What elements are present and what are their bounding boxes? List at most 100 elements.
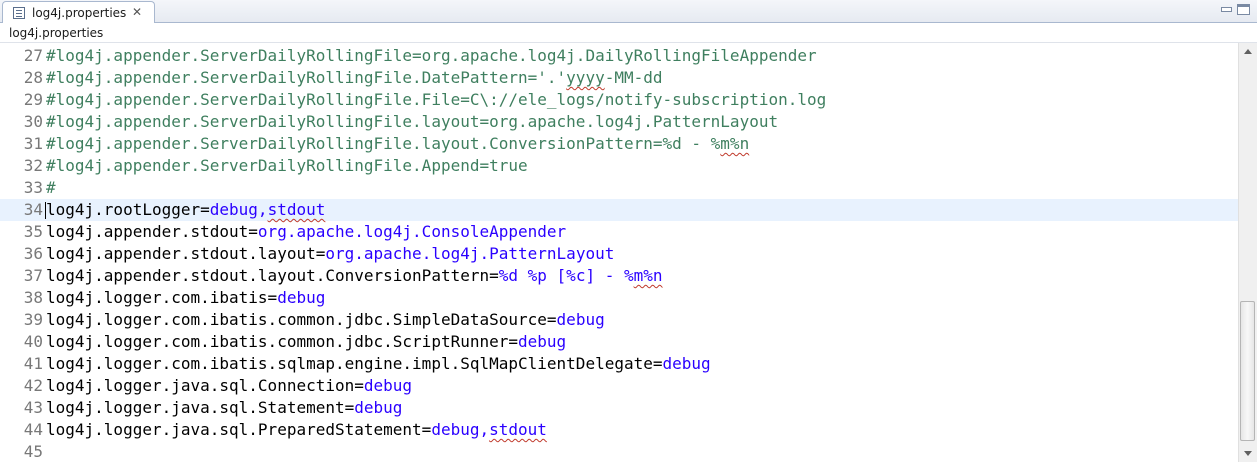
line-text: log4j.logger.java.sql.Statement=debug — [46, 397, 402, 419]
line-text: log4j.logger.java.sql.PreparedStatement=… — [46, 419, 547, 441]
code-line[interactable]: 44 log4j.logger.java.sql.PreparedStatemen… — [0, 419, 1238, 441]
editor-tab-bar: log4j.properties ✕ — [0, 0, 1257, 24]
code-token: log4j.logger.java.sql.Connection= — [46, 376, 364, 395]
code-token: #log4j.appender.ServerDailyRollingFile=o… — [46, 46, 817, 65]
properties-file-icon — [13, 7, 25, 19]
minimize-button[interactable] — [1219, 4, 1232, 15]
line-number: 29 — [23, 90, 43, 109]
code-line[interactable]: 28 #log4j.appender.ServerDailyRollingFile… — [0, 67, 1238, 89]
editor-lines: 27 #log4j.appender.ServerDailyRollingFile… — [0, 45, 1238, 462]
maximize-icon — [1238, 5, 1249, 7]
text-caret — [45, 202, 46, 219]
code-line[interactable]: 40 log4j.logger.com.ibatis.common.jdbc.Sc… — [0, 331, 1238, 353]
line-number: 45 — [23, 442, 43, 461]
code-token: debug — [518, 332, 567, 351]
code-token: org.apache.log4j.ConsoleAppender — [257, 222, 567, 241]
line-text: #log4j.appender.ServerDailyRollingFile.A… — [46, 155, 528, 177]
line-number: 36 — [23, 244, 43, 263]
code-line[interactable]: 31 #log4j.appender.ServerDailyRollingFile… — [0, 133, 1238, 155]
code-line[interactable]: 36 log4j.appender.stdout.layout=org.apach… — [0, 243, 1238, 265]
line-text: log4j.logger.com.ibatis.common.jdbc.Scri… — [46, 331, 566, 353]
vertical-scrollbar[interactable] — [1238, 43, 1257, 462]
code-line[interactable]: 30 #log4j.appender.ServerDailyRollingFile… — [0, 111, 1238, 133]
line-text: #log4j.appender.ServerDailyRollingFile.l… — [46, 111, 778, 133]
spelling-warning-token: stdout — [267, 200, 326, 219]
code-line[interactable]: 43 log4j.logger.java.sql.Statement=debug — [0, 397, 1238, 419]
tab-log4j-properties[interactable]: log4j.properties ✕ — [2, 1, 155, 24]
code-token: #log4j.appender.ServerDailyRollingFile.F… — [46, 90, 827, 109]
code-line[interactable]: 42 log4j.logger.java.sql.Connection=debug — [0, 375, 1238, 397]
maximize-button[interactable] — [1237, 4, 1250, 15]
code-token: -MM-dd — [604, 68, 663, 87]
code-line[interactable]: 41 log4j.logger.com.ibatis.sqlmap.engine.… — [0, 353, 1238, 375]
spelling-warning-token: stdout — [489, 420, 547, 439]
code-token: #log4j.appender.ServerDailyRollingFile.l… — [46, 134, 721, 153]
code-token: #log4j.appender.ServerDailyRollingFile.A… — [46, 156, 528, 175]
line-text: log4j.appender.stdout=org.apache.log4j.C… — [46, 221, 566, 243]
scroll-up-button[interactable] — [1239, 43, 1257, 60]
line-number: 28 — [23, 68, 43, 87]
line-number: 44 — [23, 420, 43, 439]
code-token: log4j.logger.java.sql.Statement= — [46, 398, 355, 417]
line-text: #log4j.appender.ServerDailyRollingFile.F… — [46, 89, 826, 111]
code-token: log4j.logger.com.ibatis.common.jdbc.Scri… — [46, 332, 519, 351]
line-number: 41 — [23, 354, 43, 373]
code-line[interactable]: 33 # — [0, 177, 1238, 199]
spelling-warning-token: yyyy — [566, 68, 605, 87]
code-token: debug — [354, 398, 403, 417]
code-token: log4j.appender.stdout.layout.ConversionP… — [46, 266, 499, 285]
code-token: log4j.logger.com.ibatis.sqlmap.engine.im… — [46, 354, 663, 373]
code-token: # — [46, 178, 56, 197]
code-line[interactable]: 27 #log4j.appender.ServerDailyRollingFile… — [0, 45, 1238, 67]
line-number: 40 — [23, 332, 43, 351]
line-number: 37 — [23, 266, 43, 285]
code-token: org.apache.log4j.PatternLayout — [325, 244, 615, 263]
code-line[interactable]: 39 log4j.logger.com.ibatis.common.jdbc.Si… — [0, 309, 1238, 331]
code-token: log4j.appender.stdout= — [46, 222, 258, 241]
line-number: 34 — [23, 200, 43, 219]
code-token: debug, — [431, 420, 490, 439]
code-token: debug, — [209, 200, 268, 219]
code-line[interactable]: 45 — [0, 441, 1238, 462]
breadcrumb: log4j.properties — [0, 23, 1257, 43]
code-token: debug — [277, 288, 326, 307]
line-number: 32 — [23, 156, 43, 175]
breadcrumb-item-file[interactable]: log4j.properties — [9, 26, 103, 40]
minimize-icon — [1221, 7, 1232, 12]
code-token: log4j.logger.com.ibatis.common.jdbc.Simp… — [46, 310, 557, 329]
line-number: 42 — [23, 376, 43, 395]
tab-label: log4j.properties — [32, 6, 127, 20]
close-icon[interactable]: ✕ — [132, 5, 142, 19]
line-text: log4j.appender.stdout.layout.ConversionP… — [46, 265, 663, 287]
code-line[interactable]: 32 #log4j.appender.ServerDailyRollingFile… — [0, 155, 1238, 177]
code-token: log4j.logger.java.sql.PreparedStatement= — [46, 420, 432, 439]
scrollbar-thumb[interactable] — [1240, 301, 1255, 441]
scroll-down-button[interactable] — [1239, 445, 1257, 462]
line-number: 31 — [23, 134, 43, 153]
code-line[interactable]: 29 #log4j.appender.ServerDailyRollingFile… — [0, 89, 1238, 111]
line-text: #log4j.appender.ServerDailyRollingFile.D… — [46, 67, 663, 89]
code-line[interactable]: 38 log4j.logger.com.ibatis=debug — [0, 287, 1238, 309]
line-number: 27 — [23, 46, 43, 65]
line-number: 39 — [23, 310, 43, 329]
line-number: 43 — [23, 398, 43, 417]
code-line[interactable]: 35 log4j.appender.stdout=org.apache.log4j… — [0, 221, 1238, 243]
code-token: %d %p [%c] - % — [498, 266, 634, 285]
line-number: 35 — [23, 222, 43, 241]
spelling-warning-token: m%n — [720, 134, 750, 153]
line-text: log4j.rootLogger=debug,stdout — [46, 199, 325, 221]
line-number: 30 — [23, 112, 43, 131]
line-number: 38 — [23, 288, 43, 307]
spelling-warning-token: m%n — [633, 266, 663, 285]
code-token: debug — [662, 354, 711, 373]
scroll-down-arrow-icon — [1244, 451, 1252, 456]
code-line[interactable]: 37 log4j.appender.stdout.layout.Conversio… — [0, 265, 1238, 287]
code-token: log4j.rootLogger= — [46, 200, 210, 219]
code-token: log4j.appender.stdout.layout= — [46, 244, 326, 263]
code-token: debug — [556, 310, 605, 329]
code-token: log4j.logger.com.ibatis= — [46, 288, 278, 307]
code-line[interactable]: 34 log4j.rootLogger=debug,stdout — [0, 199, 1238, 221]
line-text: log4j.logger.java.sql.Connection=debug — [46, 375, 412, 397]
text-editor[interactable]: 27 #log4j.appender.ServerDailyRollingFile… — [0, 43, 1238, 462]
line-text: #log4j.appender.ServerDailyRollingFile=o… — [46, 45, 817, 67]
